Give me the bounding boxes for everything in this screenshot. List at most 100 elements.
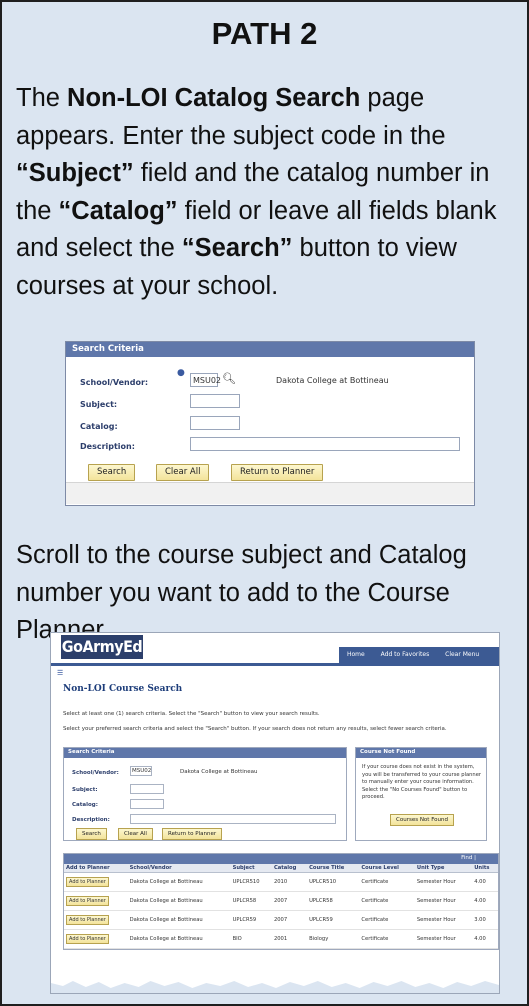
course-search-screenshot: GoArmyEd Home Add to Favorites Clear Men… (50, 632, 500, 994)
school-name: Dakota College at Bottineau (180, 769, 258, 775)
table-cell: 3.00 (472, 910, 498, 930)
add-to-planner-button[interactable]: Add to Planner (66, 877, 109, 887)
table-cell: Dakota College at Bottineau (127, 910, 231, 930)
button-row (66, 482, 474, 504)
column-header: Course Title (307, 864, 360, 873)
header-links: Home Add to Favorites Clear Menu (339, 647, 499, 663)
column-header: Subject (230, 864, 272, 873)
catalog-label: Catalog: (72, 802, 98, 808)
column-header: Units (472, 864, 498, 873)
return-to-planner-button[interactable]: Return to Planner (162, 828, 223, 840)
table-cell: UPLCR59 (230, 910, 272, 930)
goarmyed-logo: GoArmyEd (61, 635, 143, 659)
clear-all-button[interactable]: Clear All (118, 828, 153, 840)
clear-all-button[interactable]: Clear All (156, 464, 210, 481)
instruction-line-2: Select your preferred search criteria an… (63, 726, 447, 732)
table-cell: UPLCR59 (307, 910, 360, 930)
clear-menu-link[interactable]: Clear Menu (445, 651, 479, 658)
add-to-planner-button[interactable]: Add to Planner (66, 934, 109, 944)
search-criteria-screenshot: Search Criteria School/Vendor: ● MSU02 🔍… (65, 341, 475, 506)
description-input[interactable] (130, 814, 336, 824)
table-cell: Dakota College at Bottineau (127, 891, 231, 911)
school-name: Dakota College at Bottineau (276, 376, 389, 385)
course-not-found-header: Course Not Found (356, 748, 486, 758)
table-cell: BIO (230, 929, 272, 949)
table-cell: 4.00 (472, 872, 498, 892)
column-header: Course Level (359, 864, 415, 873)
table-cell: Semester Hour (414, 872, 473, 892)
table-cell: Certificate (359, 872, 415, 892)
catalog-input[interactable] (130, 799, 164, 809)
table-cell: UPLCR510 (307, 872, 360, 892)
add-to-planner-cell: Add to Planner (64, 872, 128, 892)
description-label: Description: (72, 817, 110, 823)
table-cell: Semester Hour (414, 891, 473, 911)
subject-input[interactable] (130, 784, 164, 794)
emphasis-search: “Search” (181, 234, 293, 262)
column-header: School/Vendor (127, 864, 231, 873)
catalog-input[interactable] (190, 416, 240, 430)
subject-label: Subject: (72, 787, 98, 793)
add-to-planner-cell: Add to Planner (64, 910, 128, 930)
instruction-line-1: Select at least one (1) search criteria.… (63, 711, 320, 717)
table-row: Add to Planner Dakota College at Bottinea… (64, 872, 498, 892)
school-vendor-input[interactable]: MSU02 (190, 373, 221, 387)
page-title: Non-LOI Course Search (63, 684, 183, 694)
table-row: Add to Planner Dakota College at Bottinea… (64, 910, 498, 930)
search-criteria-header: Search Criteria (64, 748, 346, 758)
table-cell: 2001 (271, 929, 308, 949)
table-cell: 2007 (271, 910, 308, 930)
school-vendor-input[interactable]: MSU02 (130, 766, 152, 776)
column-header: Unit Type (414, 864, 473, 873)
instruction-paragraph-1: The Non-LOI Catalog Search page appears.… (16, 84, 497, 300)
return-to-planner-button[interactable]: Return to Planner (231, 464, 324, 481)
emphasis-subject: “Subject” (16, 159, 134, 187)
school-vendor-label: School/Vendor: (80, 378, 149, 387)
description-label: Description: (80, 442, 135, 451)
column-header: Add to Planner (64, 864, 128, 873)
add-to-favorites-link[interactable]: Add to Favorites (381, 651, 430, 658)
add-to-planner-button[interactable]: Add to Planner (66, 915, 109, 925)
emphasis-page-name: Non-LOI Catalog Search (67, 84, 361, 112)
lookup-search-icon[interactable]: 🔍︎ (222, 372, 236, 385)
instruction-card: PATH 2 The Non-LOI Catalog Search page a… (0, 0, 529, 1006)
goarmyed-header: GoArmyEd Home Add to Favorites Clear Men… (51, 633, 499, 663)
search-criteria-header: Search Criteria (66, 342, 474, 357)
table-cell: Dakota College at Bottineau (127, 872, 231, 892)
table-row: Add to Planner Dakota College at Bottinea… (64, 891, 498, 911)
add-to-planner-cell: Add to Planner (64, 891, 128, 911)
subject-input[interactable] (190, 394, 240, 408)
column-header: Catalog (271, 864, 308, 873)
description-input[interactable] (190, 437, 460, 451)
school-vendor-label: School/Vendor: (72, 770, 119, 776)
find-link[interactable]: Find | (461, 855, 476, 861)
info-icon: ● (177, 368, 185, 378)
course-not-found-panel: Course Not Found If your course does not… (355, 747, 487, 841)
search-button[interactable]: Search (88, 464, 136, 481)
table-cell: Certificate (359, 910, 415, 930)
table-cell: UPLCR58 (307, 891, 360, 911)
results-toolbar: Find | (64, 854, 498, 864)
table-header-row: Add to Planner School/Vendor Subject Cat… (64, 864, 498, 873)
table-cell: UPLCR58 (230, 891, 272, 911)
table-cell: Biology (307, 929, 360, 949)
emphasis-catalog: “Catalog” (58, 196, 178, 225)
course-not-found-text: If your course does not exist in the sys… (362, 764, 482, 800)
table-cell: 2007 (271, 891, 308, 911)
results-table: Find | Add to Planner School/Vendor Subj… (63, 853, 499, 950)
table-cell: Semester Hour (414, 910, 473, 930)
table-row: Add to Planner Dakota College at Bottinea… (64, 929, 498, 949)
table-cell: 4.00 (472, 929, 498, 949)
table-cell: Semester Hour (414, 929, 473, 949)
header-rule (51, 663, 499, 666)
menu-toggle-icon[interactable]: ☰ (57, 669, 63, 677)
search-criteria-panel: Search Criteria School/Vendor: MSU02 Dak… (63, 747, 347, 841)
table-cell: Certificate (359, 891, 415, 911)
courses-not-found-button[interactable]: Courses Not Found (390, 814, 454, 826)
table-cell: 4.00 (472, 891, 498, 911)
slide-title: PATH 2 (211, 16, 318, 51)
home-link[interactable]: Home (347, 651, 365, 658)
search-button[interactable]: Search (76, 828, 107, 840)
subject-label: Subject: (80, 400, 118, 409)
add-to-planner-button[interactable]: Add to Planner (66, 896, 109, 906)
